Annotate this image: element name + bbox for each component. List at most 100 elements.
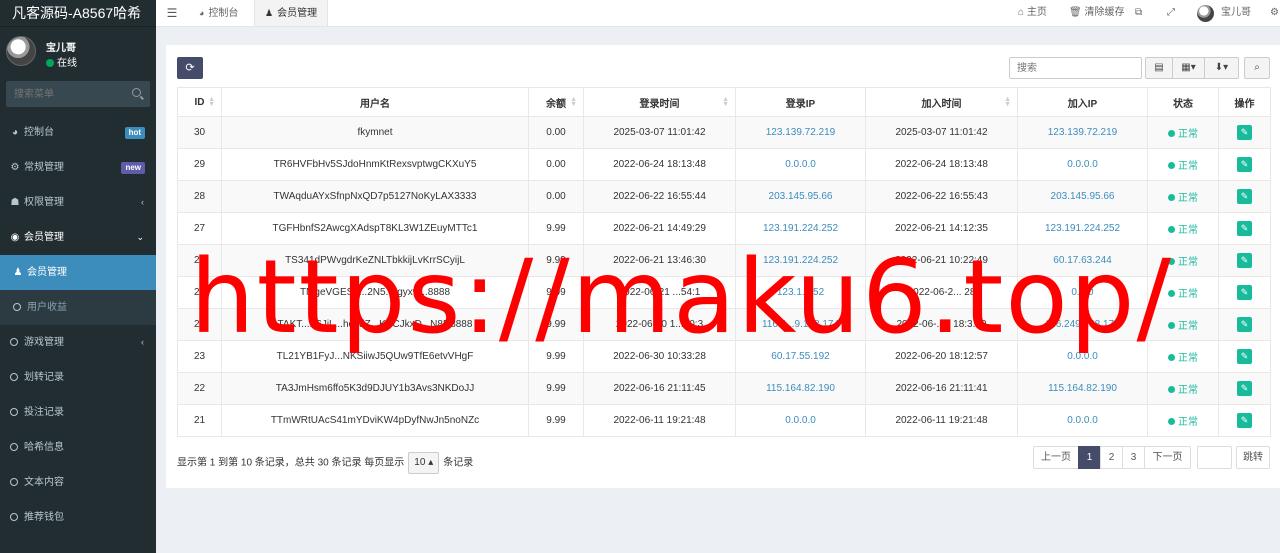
table-row[interactable]: 26 TS341dPWvgdrKeZNLTbkkijLvKrrSCyijL 9.99… [177,244,1271,277]
cell-login-ip[interactable]: 0.0.0.0 [735,148,866,181]
cell-login-time: 2022-06-11 19:21:48 [583,404,736,437]
cell-join-ip[interactable]: 0.0.0.0 [1017,148,1148,181]
refresh-button[interactable]: ⟳ [177,57,203,79]
cell-join-ip[interactable]: 0.0.0.0 [1017,404,1148,437]
cell-login-ip[interactable]: 203.145.95.66 [735,180,866,213]
sidebar-item-bets[interactable]: 投注记录 [0,395,156,430]
table-row[interactable]: 25 TMgeVGES3...2N5...rgyxw...8888 9.99 2022… [177,276,1271,309]
sidebar-item-dashboard[interactable]: ◕ 控制台 hot [0,115,156,150]
cell-login-ip[interactable]: 115.164.82.190 [735,372,866,405]
sidebar-item-game[interactable]: 游戏管理 ‹ [0,325,156,360]
pagination-info-prefix: 显示第 1 到第 10 条记录，总共 30 条记录 每页显示 [177,457,405,469]
fullscreen-icon[interactable]: ⤢ [1167,0,1175,26]
cell-login-ip[interactable]: 0.0.0.0 [735,404,866,437]
cell-login-ip[interactable]: 123.191.224.252 [735,212,866,245]
edit-button[interactable]: ✎ [1237,221,1252,236]
status-dot-icon [1168,354,1175,361]
cell-actions: ✎ [1218,116,1271,149]
page-size-select[interactable]: 10 ▴ [408,452,440,474]
cell-login-ip[interactable]: 60.17.55.192 [735,340,866,373]
cell-join-time: 2025-03-07 11:01:42 [865,116,1018,149]
sort-icon: ▲ ▼ [722,96,729,108]
next-page-button[interactable]: 下一页 [1144,446,1191,469]
table-row[interactable]: 21 TTmWRtUAcS41mYDviKW4pDyfNwJn5noNZc 9.99… [177,404,1271,437]
brand-logo[interactable]: 凡客源码-A8567哈希 [0,0,156,27]
menu-toggle-icon[interactable]: ☰ [156,0,188,26]
page-button[interactable]: 3 [1122,446,1145,469]
column-header[interactable]: 余额 ▲ ▼ [528,87,584,117]
edit-button[interactable]: ✎ [1237,285,1252,300]
cell-join-ip[interactable]: 203.145.95.66 [1017,180,1148,213]
user-name: 宝儿哥 [46,43,76,54]
toggle-view-button[interactable]: ▤ [1145,57,1173,79]
sort-icon: ▲ ▼ [208,96,215,108]
top-user-name[interactable]: 宝儿哥 [1221,0,1251,26]
search-icon[interactable] [132,88,141,97]
table-row[interactable]: 28 TWAqduAYxSfnpNxQD7p5127NoKyLAX3333 0.00… [177,180,1271,213]
sidebar-item-member-manage[interactable]: ♟ 会员管理 [0,255,156,290]
gear-icon[interactable]: ⚙ [1270,0,1279,26]
cell-join-ip[interactable]: 116.249.168.174 [1017,308,1148,341]
cell-login-ip[interactable]: 116.2...9.168.174 [735,308,866,341]
jump-page-input[interactable] [1197,446,1232,469]
cell-login-ip[interactable]: 123.1..252 [735,276,866,309]
table-row[interactable]: 27 TGFHbnfS2AwcgXAdspT8KL3W1ZEuyMTTc1 9.99… [177,212,1271,245]
avatar[interactable] [1197,5,1214,22]
cell-login-ip[interactable]: 123.139.72.219 [735,116,866,149]
page-button[interactable]: 2 [1100,446,1123,469]
chevron-left-icon: ‹ [141,337,144,347]
search-button[interactable]: ⌕ [1244,57,1270,79]
sidebar-item-text[interactable]: 文本内容 [0,465,156,500]
cell-join-ip[interactable]: 0.0.0 [1017,276,1148,309]
edit-button[interactable]: ✎ [1237,413,1252,428]
table-row[interactable]: 24 TAKT...P6JiL...hesdZ...KVCJkxD...N8R88… [177,308,1271,341]
cell-login-ip[interactable]: 123.191.224.252 [735,244,866,277]
cell-join-time: 2022-06-22 16:55:43 [865,180,1018,213]
sidebar-item-general[interactable]: ⚙ 常规管理 new [0,150,156,185]
tab-dashboard[interactable]: ◕ 控制台 [189,0,248,26]
sidebar-item-member[interactable]: ◉ 会员管理 ⌄ [0,220,156,255]
columns-button[interactable]: ▦▾ [1172,57,1205,79]
sidebar-item-label: 哈希信息 [24,442,64,453]
table-row[interactable]: 29 TR6HVFbHv5SJdoHnmKtRexsvptwgCKXuY5 0.00… [177,148,1271,181]
table-row[interactable]: 23 TL21YB1FyJ...NKSiiwJ5QUw9TfE6etvVHgF 9.… [177,340,1271,373]
edit-button[interactable]: ✎ [1237,317,1252,332]
translate-icon[interactable]: ⧉ [1135,0,1142,26]
cell-id: 22 [177,372,222,405]
table-row[interactable]: 30 fkymnet 0.00 2025-03-07 11:01:42 123.139.… [177,116,1271,149]
table-search-input[interactable] [1009,57,1142,79]
sidebar: 凡客源码-A8567哈希 宝儿哥 在线 ◕ 控制台 hot ⚙ 常规管理 new ☗ 权限… [0,0,156,553]
sidebar-item-user-earnings[interactable]: 用户收益 [0,290,156,325]
home-link[interactable]: ⌂ 主页 [1018,0,1047,26]
prev-page-button[interactable]: 上一页 [1033,446,1079,469]
sidebar-item-auth[interactable]: ☗ 权限管理 ‹ [0,185,156,220]
edit-button[interactable]: ✎ [1237,189,1252,204]
edit-button[interactable]: ✎ [1237,253,1252,268]
edit-button[interactable]: ✎ [1237,381,1252,396]
sidebar-item-hash[interactable]: 哈希信息 [0,430,156,465]
cell-username: TR6HVFbHv5SJdoHnmKtRexsvptwgCKXuY5 [221,148,529,181]
cell-join-time: 2022-06-16 21:11:41 [865,372,1018,405]
cell-join-ip[interactable]: 115.164.82.190 [1017,372,1148,405]
cell-join-ip[interactable]: 123.191.224.252 [1017,212,1148,245]
tab-member[interactable]: ♟ 会员管理 [254,0,329,26]
sidebar-item-transfer[interactable]: 划转记录 [0,360,156,395]
column-header[interactable]: 登录时间 ▲ ▼ [583,87,736,117]
jump-button[interactable]: 跳转 [1236,446,1270,469]
table-row[interactable]: 22 TA3JmHsm6ffo5K3d9DJUY1b3Avs3NKDoJJ 9.99… [177,372,1271,405]
cell-username: TAKT...P6JiL...hesdZ...KVCJkxD...N8R8888 [221,308,529,341]
export-button[interactable]: ⬇▾ [1204,57,1239,79]
clear-cache-link[interactable]: 🗑 清除缓存 [1069,0,1124,26]
edit-button[interactable]: ✎ [1237,349,1252,364]
cell-join-ip[interactable]: 0.0.0.0 [1017,340,1148,373]
cell-join-ip[interactable]: 60.17.63.244 [1017,244,1148,277]
edit-button[interactable]: ✎ [1237,157,1252,172]
page-button[interactable]: 1 [1078,446,1101,469]
sidebar-item-wallet[interactable]: 推荐钱包 [0,500,156,535]
cell-username: TGFHbnfS2AwcgXAdspT8KL3W1ZEuyMTTc1 [221,212,529,245]
column-header[interactable]: 加入时间 ▲ ▼ [865,87,1018,117]
edit-button[interactable]: ✎ [1237,125,1252,140]
column-header[interactable]: ID ▲ ▼ [177,87,222,117]
menu-search-input[interactable] [6,81,116,107]
cell-join-ip[interactable]: 123.139.72.219 [1017,116,1148,149]
